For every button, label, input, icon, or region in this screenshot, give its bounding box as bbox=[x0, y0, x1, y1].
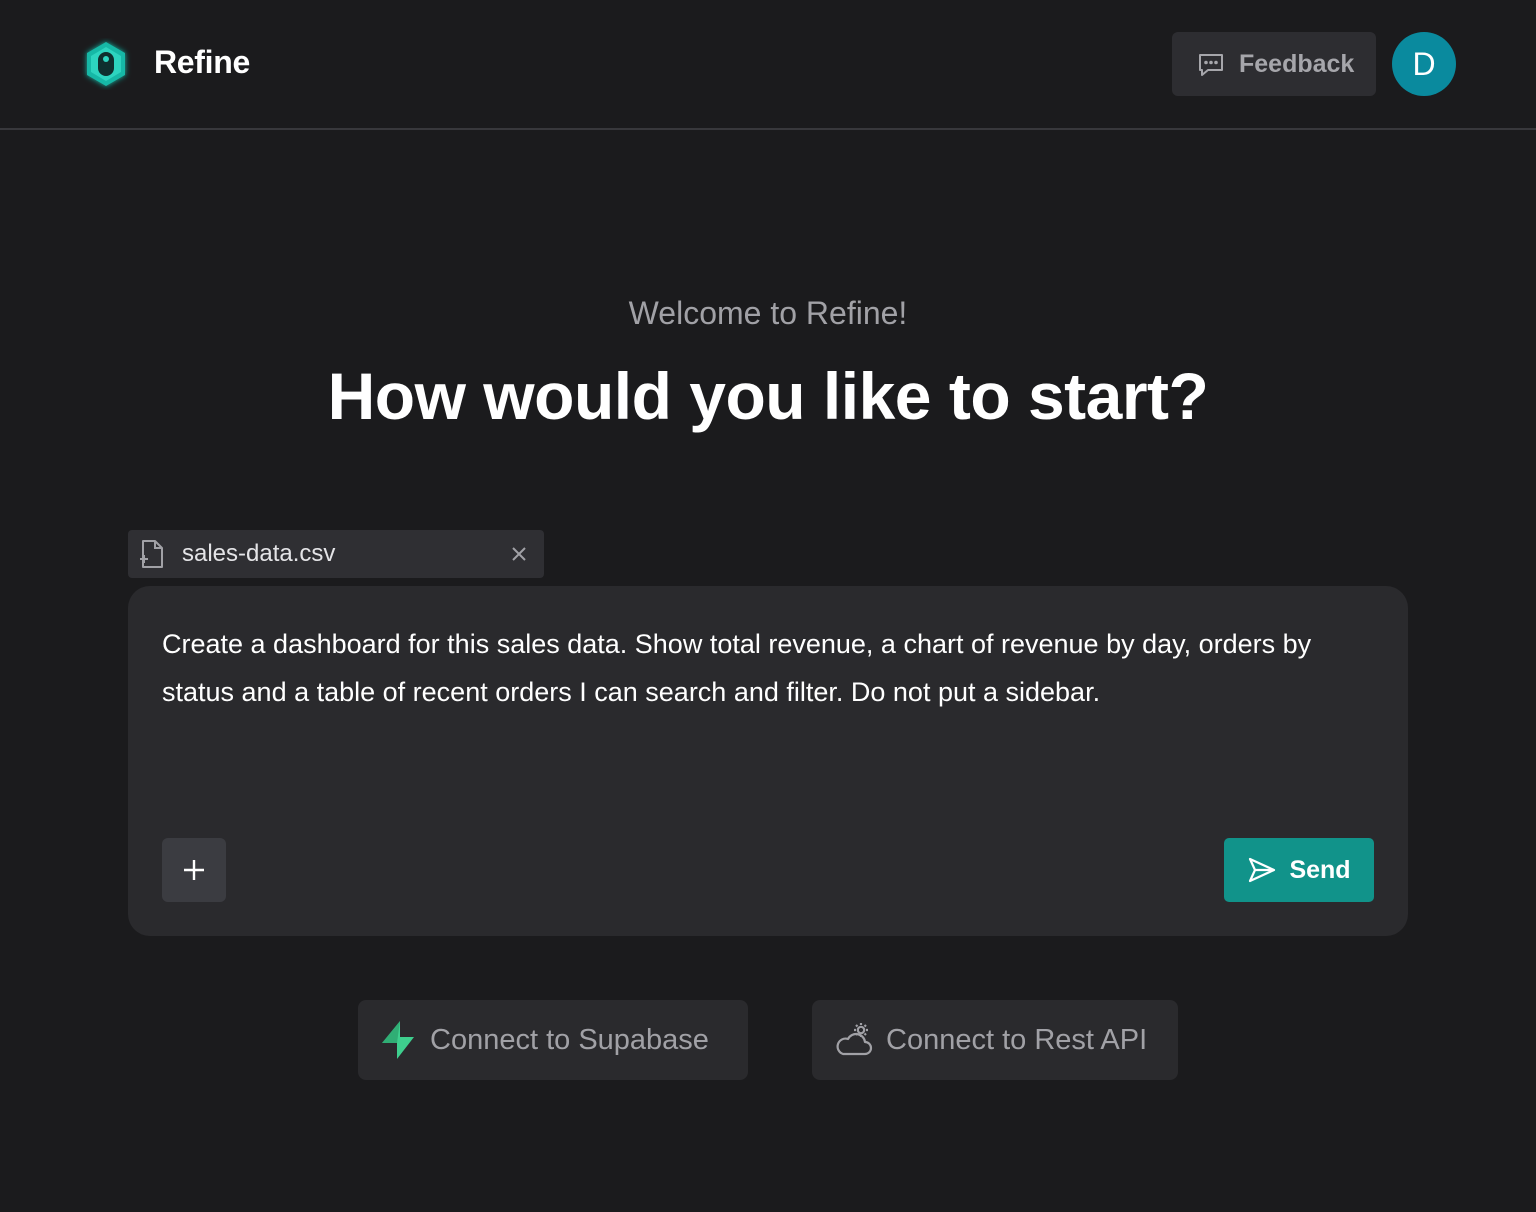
send-button[interactable]: Send bbox=[1224, 838, 1374, 902]
cloud-gear-icon bbox=[836, 1023, 873, 1056]
connect-supabase-button[interactable]: Connect to Supabase bbox=[358, 1000, 748, 1080]
page-headline: How would you like to start? bbox=[327, 359, 1209, 433]
send-label: Send bbox=[1289, 855, 1351, 884]
brand-name[interactable]: Refine bbox=[154, 44, 250, 81]
refine-logo-icon[interactable] bbox=[80, 38, 132, 90]
message-icon bbox=[1199, 54, 1223, 76]
user-avatar[interactable]: D bbox=[1392, 32, 1456, 96]
prompt-input-box: Create a dashboard for this sales data. … bbox=[128, 586, 1408, 936]
feedback-label: Feedback bbox=[1239, 49, 1355, 78]
remove-attachment-icon[interactable] bbox=[508, 543, 530, 565]
file-plus-icon bbox=[140, 540, 163, 568]
attachment-chip: sales-data.csv bbox=[128, 530, 544, 578]
supabase-bolt-icon bbox=[382, 1021, 414, 1059]
prompt-textarea[interactable]: Create a dashboard for this sales data. … bbox=[162, 620, 1376, 716]
restapi-label: Connect to Rest API bbox=[886, 1023, 1148, 1056]
plus-icon bbox=[184, 860, 204, 880]
add-attachment-button[interactable] bbox=[162, 838, 226, 902]
welcome-text: Welcome to Refine! bbox=[628, 295, 908, 331]
connect-rest-api-button[interactable]: Connect to Rest API bbox=[812, 1000, 1178, 1080]
send-icon bbox=[1249, 857, 1276, 883]
attachment-filename: sales-data.csv bbox=[182, 540, 336, 567]
feedback-button[interactable]: Feedback bbox=[1172, 32, 1376, 96]
top-bar: Refine Feedback D bbox=[0, 0, 1536, 130]
supabase-label: Connect to Supabase bbox=[430, 1023, 709, 1056]
